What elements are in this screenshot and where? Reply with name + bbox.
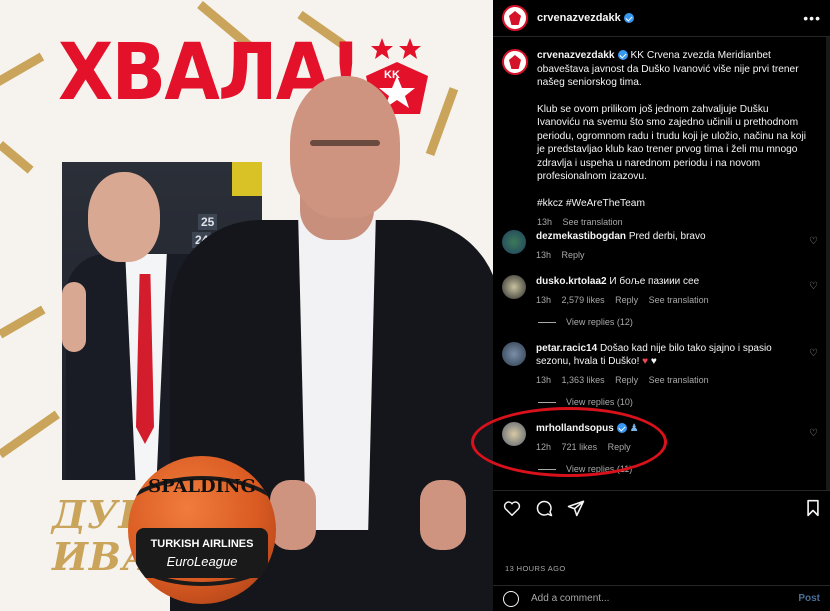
- comment-meta: 13h 1,363 likes Reply See translation: [536, 374, 796, 387]
- gold-stripe: [0, 305, 46, 339]
- coach-hand: [420, 480, 466, 550]
- comment-likes[interactable]: 2,579 likes: [562, 295, 605, 305]
- comments-scrollbar[interactable]: [826, 37, 830, 490]
- comment-icon[interactable]: [535, 499, 553, 517]
- comment-body: dusko.krtolaa2 И боље пазиии сее 13h 2,5…: [536, 275, 796, 307]
- post-side-panel: crvenazvezdakk ••• crvenazvezdakk KK Crv…: [493, 0, 830, 611]
- view-replies-label[interactable]: View replies (12): [566, 317, 633, 327]
- post-actions-bar: [493, 490, 830, 524]
- red-heart-emoji-icon: ♥: [642, 356, 649, 367]
- caption-hashtags[interactable]: #kkcz #WeAreTheTeam: [537, 197, 812, 211]
- like-comment-heart-icon[interactable]: ♡: [809, 281, 818, 292]
- header-username[interactable]: crvenazvezdakk: [537, 12, 634, 24]
- heart-icon[interactable]: [503, 500, 521, 516]
- avatar[interactable]: [502, 342, 526, 366]
- avatar[interactable]: [502, 230, 526, 254]
- caption-paragraph-2: Klub se ovom prilikom još jednom zahvalj…: [537, 103, 806, 183]
- comment-meta: 13h 2,579 likes Reply See translation: [536, 294, 796, 307]
- comment-likes[interactable]: 1,363 likes: [562, 375, 605, 385]
- comment-body: dezmekastibogdan Pred derbi, bravo 13h R…: [536, 230, 796, 262]
- comment-time: 13h: [536, 295, 552, 305]
- avatar[interactable]: [502, 49, 528, 75]
- gold-stripe: [0, 141, 34, 174]
- add-comment-bar: Post: [493, 585, 830, 611]
- caption: crvenazvezdakk KK Crvena zvezda Meridian…: [502, 49, 821, 230]
- gold-stripe: [0, 410, 60, 459]
- ball-band: [136, 528, 268, 578]
- post-image: ХВАЛА! KK 25 24 ДУШКО ИВАНОВИЋ: [0, 0, 493, 611]
- see-translation-link[interactable]: See translation: [563, 217, 623, 227]
- comment-item: petar.racic14 Došao kad nije bilo tako s…: [502, 342, 822, 387]
- see-translation-link[interactable]: See translation: [649, 375, 709, 385]
- avatar[interactable]: [502, 5, 528, 31]
- view-replies-label[interactable]: View replies (10): [566, 397, 633, 407]
- emoji-icon[interactable]: [503, 590, 519, 607]
- instagram-post-view: ХВАЛА! KK 25 24 ДУШКО ИВАНОВИЋ: [0, 0, 830, 611]
- comment-username[interactable]: petar.racic14: [536, 343, 597, 354]
- like-comment-heart-icon[interactable]: ♡: [809, 428, 818, 439]
- comment-input[interactable]: [531, 593, 771, 604]
- comment-time: 13h: [536, 250, 552, 260]
- coach-brow: [310, 140, 380, 146]
- ball-brand: SPALDING: [148, 476, 256, 497]
- verified-badge-icon: [623, 13, 634, 24]
- gold-stripe: [0, 52, 45, 91]
- share-icon[interactable]: [567, 499, 585, 517]
- comment-item: dusko.krtolaa2 И боље пазиии сее 13h 2,5…: [502, 275, 822, 307]
- ball-league: EuroLeague: [166, 554, 238, 569]
- ball-sponsor: TURKISH AIRLINES: [150, 538, 254, 550]
- basketball: SPALDING TURKISH AIRLINES EuroLeague: [128, 456, 276, 604]
- reply-button[interactable]: Reply: [615, 295, 638, 305]
- comment-text: Pred derbi, bravo: [628, 231, 706, 242]
- like-comment-heart-icon[interactable]: ♡: [809, 236, 818, 247]
- caption-text: crvenazvezdakk KK Crvena zvezda Meridian…: [537, 49, 812, 230]
- comment-text: И боље пазиии сее: [609, 276, 700, 287]
- post-time-ago: 13 HOURS AGO: [505, 564, 566, 573]
- view-replies-button[interactable]: View replies (12): [538, 317, 633, 327]
- avatar[interactable]: [502, 275, 526, 299]
- coach-head: [88, 172, 160, 262]
- comment-time: 13h: [536, 375, 552, 385]
- verified-badge-icon: [617, 50, 628, 61]
- divider: [538, 321, 556, 323]
- coach-head: [290, 76, 400, 218]
- post-comment-button[interactable]: Post: [798, 593, 820, 604]
- comment-username[interactable]: dusko.krtolaa2: [536, 276, 607, 287]
- divider: [538, 401, 556, 403]
- caption-time: 13h: [537, 217, 553, 227]
- more-options-icon[interactable]: •••: [803, 10, 821, 26]
- reply-button[interactable]: Reply: [615, 375, 638, 385]
- club-logo-icon: [509, 55, 521, 69]
- post-header: crvenazvezdakk •••: [493, 0, 830, 37]
- comment-item: dezmekastibogdan Pred derbi, bravo 13h R…: [502, 230, 822, 262]
- comment-username[interactable]: dezmekastibogdan: [536, 231, 626, 242]
- like-comment-heart-icon[interactable]: ♡: [809, 348, 818, 359]
- coach-hand: [270, 480, 316, 550]
- bookmark-icon[interactable]: [806, 499, 820, 517]
- white-heart-emoji-icon: ♥: [650, 356, 657, 367]
- coach-shirt: [298, 210, 376, 530]
- view-replies-button[interactable]: View replies (10): [538, 397, 633, 407]
- reply-button[interactable]: Reply: [562, 250, 585, 260]
- header-username-text[interactable]: crvenazvezdakk: [537, 12, 621, 24]
- caption-meta: 13h See translation: [537, 216, 812, 230]
- caption-username[interactable]: crvenazvezdakk: [537, 50, 615, 61]
- club-logo-icon: [509, 11, 521, 25]
- red-annotation-circle: [471, 407, 667, 477]
- comment-body: petar.racic14 Došao kad nije bilo tako s…: [536, 342, 796, 387]
- coach-hand: [62, 282, 86, 352]
- see-translation-link[interactable]: See translation: [649, 295, 709, 305]
- comment-meta: 13h Reply: [536, 249, 796, 262]
